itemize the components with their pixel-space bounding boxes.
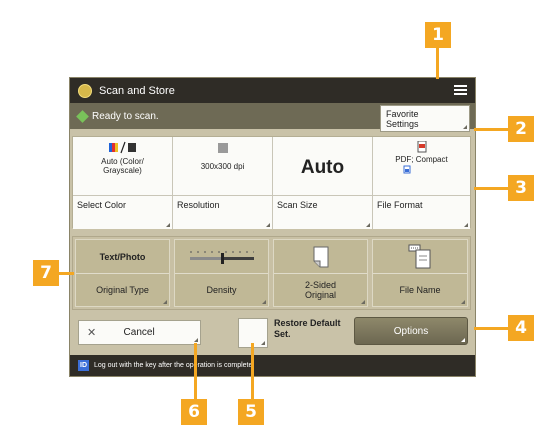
two-sided-original-label: 2-Sided Original	[274, 273, 367, 306]
footer-bar: ID Log out with the key after the operat…	[70, 355, 475, 376]
color-mode-icon	[108, 141, 136, 154]
favorite-settings-label-line2: Settings	[386, 119, 419, 129]
favorite-settings-label-line1: Favorite	[386, 109, 419, 119]
callout-3: 3	[508, 175, 534, 201]
scan-store-app-icon	[78, 83, 92, 98]
callout-1-leader	[436, 47, 439, 79]
title-bar: Scan and Store	[70, 78, 475, 103]
favorite-settings-button[interactable]: Favorite Settings	[380, 105, 470, 132]
original-type-label: Original Type	[76, 273, 169, 306]
file-name-label: File Name	[373, 273, 467, 306]
callout-6-leader	[194, 343, 197, 403]
function-buttons-panel: Text/Photo Original Type Density 2-Sided…	[72, 236, 471, 310]
ready-status-icon	[76, 109, 89, 123]
scan-and-store-screen: Scan and Store Ready to scan. Favorite S…	[69, 77, 476, 377]
window-title: Scan and Store	[99, 84, 175, 97]
resolution-icon	[217, 143, 228, 153]
setting-select-color[interactable]: Auto (Color/ Grayscale) Select Color	[73, 137, 173, 229]
select-color-value: Auto (Color/ Grayscale)	[101, 157, 144, 175]
callout-2: 2	[508, 116, 534, 142]
callout-5-leader	[251, 343, 254, 403]
settings-panel: Auto (Color/ Grayscale) Select Color 300…	[72, 136, 471, 229]
original-type-value: Text/Photo	[99, 252, 146, 262]
scan-size-value: Auto	[300, 157, 345, 178]
close-icon: ✕	[87, 327, 97, 339]
two-sided-original-button[interactable]: 2-Sided Original	[273, 239, 368, 307]
callout-7: 7	[33, 260, 59, 286]
menu-icon[interactable]	[454, 85, 467, 96]
setting-scan-size[interactable]: Auto Scan Size	[273, 137, 373, 229]
density-slider-icon	[189, 251, 254, 264]
options-label: Options	[393, 325, 429, 337]
resolution-value: 300x300 dpi	[200, 162, 245, 171]
bottom-controls: ✕ Cancel Restore Default Set. Options	[70, 314, 475, 354]
resolution-label: Resolution	[177, 200, 220, 210]
callout-2-leader	[474, 128, 512, 131]
options-button[interactable]: Options	[354, 317, 468, 345]
setting-file-format[interactable]: PDF; Compact File Format	[373, 137, 470, 229]
scan-size-label: Scan Size	[277, 200, 318, 210]
setting-resolution[interactable]: 300x300 dpi Resolution	[173, 137, 273, 229]
original-type-button[interactable]: Text/Photo Original Type	[75, 239, 170, 307]
callout-6: 6	[181, 399, 207, 425]
file-name-icon	[408, 244, 431, 269]
callout-1: 1	[425, 22, 451, 48]
callout-5: 5	[238, 399, 264, 425]
cancel-label: Cancel	[123, 327, 155, 338]
status-text: Ready to scan.	[92, 110, 159, 122]
file-format-label: File Format	[377, 200, 423, 210]
footer-text: Log out with the key after the operation…	[94, 362, 255, 369]
cancel-button[interactable]: ✕ Cancel	[78, 320, 201, 345]
callout-3-leader	[474, 187, 512, 190]
id-key-icon: ID	[78, 360, 89, 371]
restore-default-label: Restore Default Set.	[274, 318, 341, 339]
pdf-file-icon	[417, 140, 426, 153]
file-name-button[interactable]: File Name	[372, 239, 468, 307]
density-button[interactable]: Density	[174, 239, 269, 307]
compact-icon	[403, 165, 410, 174]
select-color-label: Select Color	[77, 200, 127, 210]
corner-arrow-icon	[463, 125, 467, 129]
two-sided-page-icon	[313, 246, 328, 268]
density-label: Density	[175, 273, 268, 306]
file-format-value: PDF; Compact	[395, 155, 448, 164]
callout-4-leader	[474, 327, 512, 330]
callout-4: 4	[508, 315, 534, 341]
